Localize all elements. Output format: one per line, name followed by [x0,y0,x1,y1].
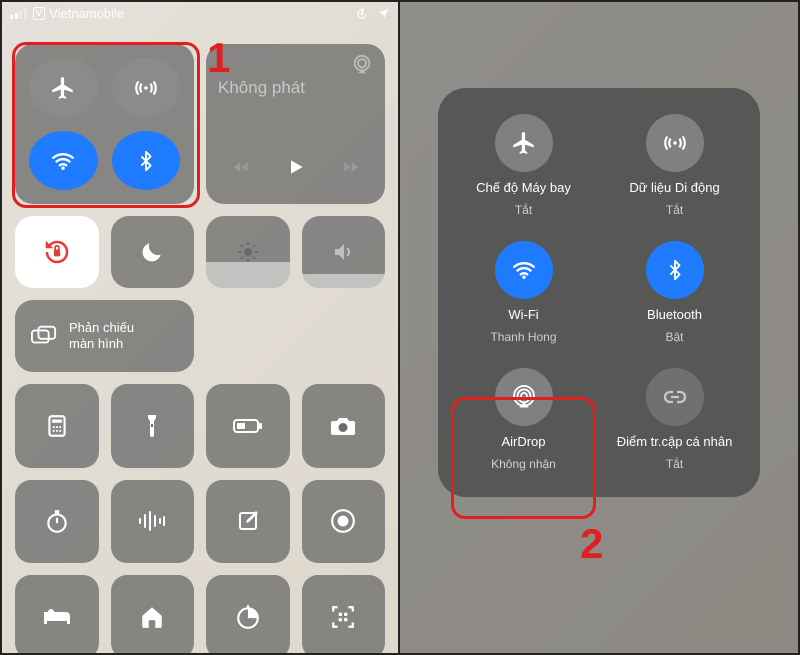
qr-scan-button[interactable] [302,575,386,653]
hotspot-item[interactable]: Điểm tr.cập cá nhân Tắt [603,368,746,471]
orientation-lock-toggle[interactable] [15,216,99,288]
antenna-icon [133,75,159,101]
bluetooth-status: Bật [665,330,683,344]
cellular-data-toggle[interactable] [112,58,181,117]
notes-button[interactable] [206,480,290,564]
screen-mirror-icon [31,325,57,347]
control-center-grid: Không phát [15,44,385,653]
stopwatch-button[interactable] [15,480,99,564]
airdrop-icon [510,383,538,411]
airplane-status: Tắt [515,203,532,217]
airdrop-status: Không nhận [491,457,556,471]
airdrop-title: AirDrop [501,434,545,449]
panel-control-center: V Vietnamobile 1 [2,2,400,653]
now-playing-tile[interactable]: Không phát [206,44,385,204]
airplane-mode-toggle[interactable] [29,58,98,117]
play-button[interactable] [286,156,306,178]
waveform-icon [137,510,167,532]
camera-button[interactable] [302,384,386,468]
battery-icon [233,417,263,435]
panel-connectivity-expanded: Chế độ Máy bay Tắt Dữ liệu Di động Tắt W… [400,2,798,653]
wifi-icon [511,257,537,283]
cellular-data-item[interactable]: Dữ liệu Di động Tắt [603,114,746,217]
bluetooth-icon [135,150,157,172]
alarm-button[interactable] [15,575,99,653]
calculator-button[interactable] [15,384,99,468]
wifi-icon [50,148,76,174]
connectivity-expanded-card: Chế độ Máy bay Tắt Dữ liệu Di động Tắt W… [438,88,760,497]
wifi-status: Thanh Hong [490,330,556,344]
screen-record-button[interactable] [302,480,386,564]
moon-icon [139,239,165,265]
carrier-name: Vietnamobile [49,6,124,21]
screen-mirroring-button[interactable]: Phản chiếu màn hình [15,300,194,372]
airplay-icon[interactable] [351,54,373,76]
camera-icon [329,414,357,438]
stopwatch-icon [44,508,70,534]
airdrop-item[interactable]: AirDrop Không nhận [452,368,595,471]
brightness-slider[interactable] [206,216,290,288]
qr-icon [330,604,356,630]
volume-icon [331,240,355,264]
timer-icon [235,604,261,630]
cellular-title: Dữ liệu Di động [629,180,719,195]
bluetooth-toggle[interactable] [112,131,181,190]
airplane-mode-item[interactable]: Chế độ Máy bay Tắt [452,114,595,217]
bluetooth-icon [664,259,686,281]
brightness-icon [236,240,260,264]
compose-icon [236,509,260,533]
cellular-status: Tắt [666,203,683,217]
airplane-icon [511,130,537,156]
carrier-indicator: V [33,7,46,20]
hotspot-title: Điểm tr.cập cá nhân [617,434,733,449]
antenna-icon [662,130,688,156]
flashlight-button[interactable] [111,384,195,468]
wifi-toggle[interactable] [29,131,98,190]
bluetooth-item[interactable]: Bluetooth Bật [603,241,746,344]
orientation-lock-icon [42,237,72,267]
airplane-icon [50,75,76,101]
now-playing-label: Không phát [218,78,373,98]
record-icon [330,508,356,534]
link-icon [663,385,687,409]
low-power-button[interactable] [206,384,290,468]
do-not-disturb-toggle[interactable] [111,216,195,288]
home-button[interactable] [111,575,195,653]
prev-track-button[interactable] [230,158,252,176]
wifi-item[interactable]: Wi-Fi Thanh Hong [452,241,595,344]
step1-number: 1 [207,34,230,82]
volume-slider[interactable] [302,216,386,288]
status-bar: V Vietnamobile [2,6,398,21]
voice-memo-button[interactable] [111,480,195,564]
connectivity-tile[interactable] [15,44,194,204]
flashlight-icon [140,412,164,440]
screen-mirror-label: Phản chiếu màn hình [69,320,134,351]
step2-number: 2 [580,520,603,568]
timer-button[interactable] [206,575,290,653]
bed-icon [42,606,72,628]
orientation-lock-status-icon [355,7,369,21]
bluetooth-title: Bluetooth [647,307,702,322]
home-icon [139,604,165,630]
location-icon [377,7,390,20]
cell-signal-icon [10,9,27,19]
hotspot-status: Tắt [666,457,683,471]
next-track-button[interactable] [340,158,362,176]
airplane-title: Chế độ Máy bay [476,180,571,195]
wifi-title: Wi-Fi [508,307,538,322]
calculator-icon [44,413,70,439]
